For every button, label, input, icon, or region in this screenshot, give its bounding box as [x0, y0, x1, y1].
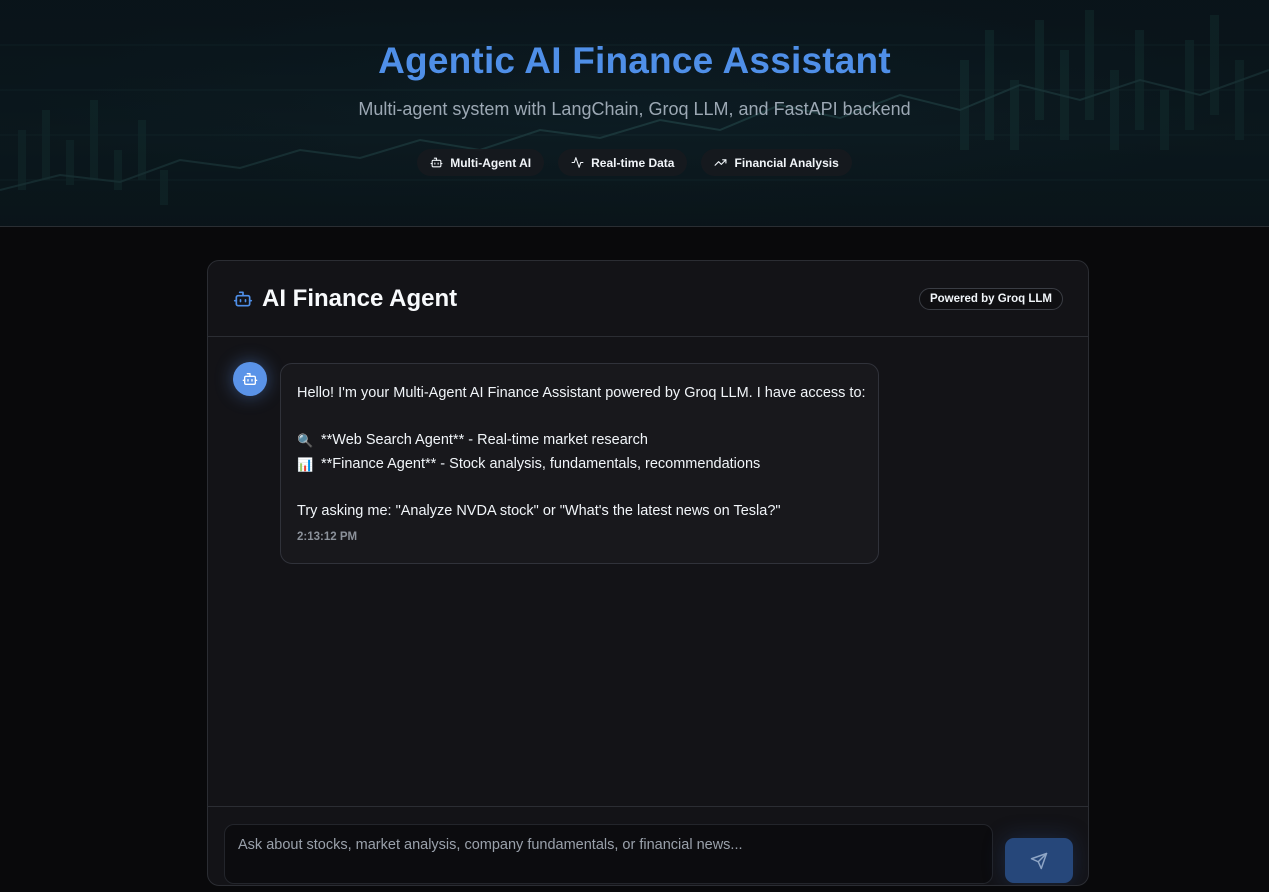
assistant-message: Hello! I'm your Multi-Agent AI Finance A… — [280, 363, 879, 564]
send-button[interactable] — [1005, 838, 1073, 883]
page-subtitle: Multi-agent system with LangChain, Groq … — [358, 99, 911, 119]
badge-label: Multi-Agent AI — [450, 155, 532, 170]
trending-up-icon — [715, 159, 727, 166]
message-agent-item: 📊 **Finance Agent** - Stock analysis, fu… — [297, 453, 862, 477]
chat-header: AI Finance Agent Powered by Groq LLM — [208, 261, 1088, 337]
chat-title: AI Finance Agent — [233, 285, 457, 313]
bar-chart-icon: 📊 — [297, 456, 314, 472]
agent-avatar — [233, 362, 267, 396]
send-icon — [1030, 852, 1048, 869]
page-title: Agentic AI Finance Assistant — [378, 40, 891, 81]
activity-icon — [571, 157, 584, 168]
message-prompt: Try asking me: "Analyze NVDA stock" or "… — [297, 502, 781, 519]
robot-icon — [430, 157, 443, 168]
agent-item-text: **Finance Agent** - Stock analysis, fund… — [321, 455, 761, 472]
magnifier-icon: 🔍 — [297, 433, 314, 448]
badge-label: Real-time Data — [591, 155, 675, 170]
message-timestamp: 2:13:12 PM — [297, 531, 358, 543]
badge-real-time: Real-time Data — [558, 149, 688, 176]
feature-badges: Multi-Agent AI Real-time Data Financial … — [0, 149, 1269, 176]
chat-input[interactable] — [224, 824, 993, 884]
composer — [208, 806, 1088, 885]
chat-panel: AI Finance Agent Powered by Groq LLM Hel… — [207, 260, 1089, 886]
badge-financial-analysis: Financial Analysis — [701, 149, 852, 176]
badge-multi-agent: Multi-Agent AI — [417, 149, 545, 176]
robot-icon — [233, 291, 253, 307]
message-agent-item: 🔍 **Web Search Agent** - Real-time marke… — [297, 429, 862, 453]
agent-item-text: **Web Search Agent** - Real-time market … — [321, 432, 648, 448]
badge-label: Financial Analysis — [734, 155, 839, 170]
powered-by-badge: Powered by Groq LLM — [918, 288, 1063, 310]
chat-title-text: AI Finance Agent — [262, 285, 458, 312]
robot-icon — [242, 373, 258, 385]
hero-banner: Agentic AI Finance Assistant Multi-agent… — [0, 0, 1269, 227]
message-intro: Hello! I'm your Multi-Agent AI Finance A… — [297, 385, 866, 401]
